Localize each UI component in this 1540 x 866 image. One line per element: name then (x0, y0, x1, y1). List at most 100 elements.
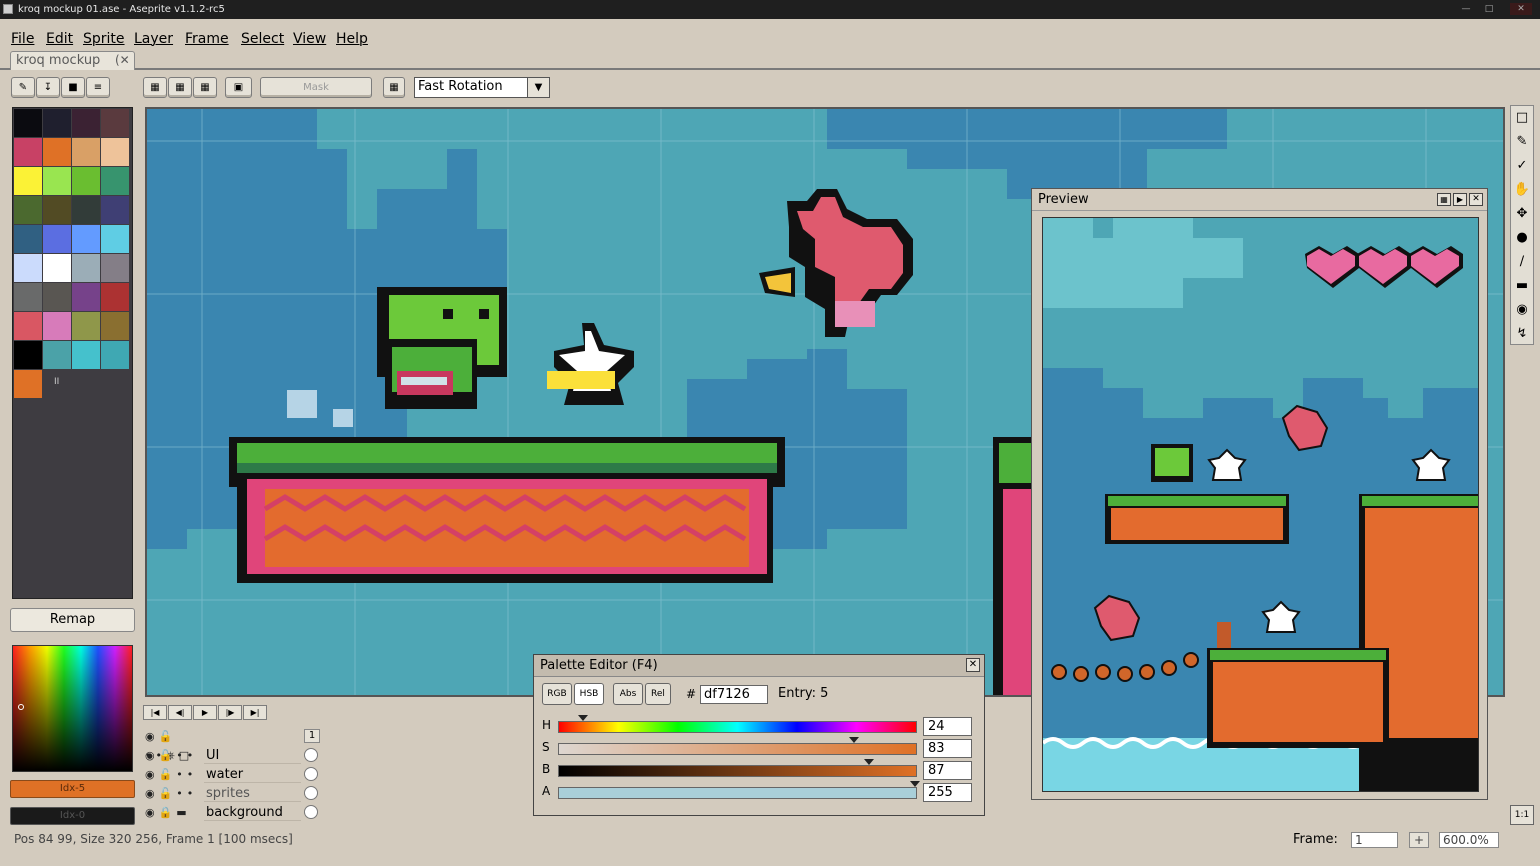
maximize-button[interactable]: □ (1478, 3, 1500, 15)
layer-row-background[interactable]: ◉🔒▬ background (142, 803, 324, 822)
palette-swatch[interactable] (43, 138, 71, 166)
close-icon[interactable]: ✕ (1469, 193, 1483, 206)
palette-swatch[interactable] (72, 341, 100, 369)
minimize-button[interactable]: — (1455, 3, 1477, 15)
move-icon[interactable]: ✥ (1513, 204, 1531, 224)
document-tab[interactable]: kroq mockup (✕ (10, 51, 135, 70)
one-to-one-button[interactable]: 1:1 (1510, 805, 1534, 825)
close-icon[interactable]: ✕ (966, 658, 980, 672)
palette-swatch[interactable] (72, 138, 100, 166)
zoom-input[interactable]: 600.0% (1439, 832, 1499, 848)
palette-swatch[interactable] (14, 254, 42, 282)
palette-swatch[interactable] (43, 254, 71, 282)
eyedropper-icon[interactable]: ✓ (1513, 156, 1531, 176)
blur-icon[interactable]: ◉ (1513, 300, 1531, 320)
square-icon[interactable]: ■ (61, 77, 85, 98)
foreground-color-button[interactable]: Idx-5 (10, 780, 135, 798)
palette-swatch[interactable] (101, 283, 129, 311)
paint-bucket-icon[interactable]: ● (1513, 228, 1531, 248)
frame-header[interactable]: 1 (304, 729, 320, 743)
palette-swatch[interactable] (43, 167, 71, 195)
palette-swatch[interactable] (14, 138, 42, 166)
menu-edit[interactable]: Edit (46, 31, 73, 47)
palette-swatch[interactable] (72, 225, 100, 253)
selection-subtract-icon[interactable]: ▦ (193, 77, 217, 98)
hue-slider-handle[interactable] (577, 715, 588, 721)
palette-swatch[interactable] (72, 167, 100, 195)
palette-swatch[interactable] (101, 225, 129, 253)
rel-mode-button[interactable]: Rel (645, 683, 671, 705)
palette-swatch[interactable] (14, 370, 42, 398)
mask-color-button[interactable]: Mask (260, 77, 372, 98)
palette-swatch[interactable] (101, 254, 129, 282)
palette-swatch[interactable] (101, 109, 129, 137)
palette-editor-titlebar[interactable]: Palette Editor (F4) ✕ (534, 655, 984, 677)
layer-cel[interactable] (304, 748, 318, 762)
abs-mode-button[interactable]: Abs (613, 683, 643, 705)
next-frame-icon[interactable]: |▶ (218, 705, 242, 720)
remap-button[interactable]: Remap (10, 608, 135, 632)
layer-visibility-icon[interactable]: ◉🔓•• (145, 784, 205, 803)
hue-slider[interactable] (558, 721, 917, 733)
close-window-button[interactable]: ✕ (1510, 3, 1532, 15)
palette-swatch[interactable] (14, 167, 42, 195)
play-icon[interactable]: ▶ (193, 705, 217, 720)
palette-swatch[interactable] (43, 312, 71, 340)
palette-swatch[interactable] (14, 109, 42, 137)
palette-swatch[interactable] (14, 283, 42, 311)
layer-row-water[interactable]: ◉🔓•• water (142, 765, 324, 784)
rgb-mode-button[interactable]: RGB (542, 683, 572, 705)
layer-visibility-icon[interactable]: ◉🔓•• (145, 765, 205, 784)
layer-row-sprites[interactable]: ◉🔓•• sprites (142, 784, 324, 803)
close-icon[interactable]: (✕ (115, 52, 130, 69)
rotation-algorithm-select[interactable]: Fast Rotation ▼ (414, 77, 550, 98)
hex-input[interactable]: df7126 (700, 685, 768, 704)
hsb-mode-button[interactable]: HSB (574, 683, 604, 705)
palette-swatch[interactable] (72, 254, 100, 282)
hue-value[interactable]: 24 (923, 717, 972, 736)
menu-view[interactable]: View (293, 31, 326, 47)
selection-intersect-icon[interactable]: ▣ (225, 77, 252, 98)
layer-visibility-icon[interactable]: ◉🔓•• (145, 746, 205, 765)
brightness-slider[interactable] (558, 765, 917, 777)
menu-frame[interactable]: Frame (185, 31, 229, 47)
line-icon[interactable]: ∕ (1513, 252, 1531, 272)
saturation-value[interactable]: 83 (923, 739, 972, 758)
palette-swatch[interactable] (72, 283, 100, 311)
preview-titlebar[interactable]: Preview ▦ ▶ ✕ (1032, 189, 1487, 211)
layer-cel[interactable] (304, 786, 318, 800)
selection-replace-icon[interactable]: ▦ (143, 77, 167, 98)
layer-cel[interactable] (304, 767, 318, 781)
palette-swatch[interactable] (72, 109, 100, 137)
rectangle-icon[interactable]: ▬ (1513, 276, 1531, 296)
menu-lines-icon[interactable]: ≡ (86, 77, 110, 98)
alpha-slider-handle[interactable] (910, 781, 920, 787)
pencil-mode-icon[interactable]: ✎ (11, 77, 35, 98)
palette-swatch[interactable] (101, 167, 129, 195)
saturation-slider[interactable] (558, 743, 917, 755)
brightness-value[interactable]: 87 (923, 761, 972, 780)
palette-swatch[interactable] (72, 196, 100, 224)
preview-mode-icon[interactable]: ▦ (1437, 193, 1451, 206)
previous-frame-icon[interactable]: ◀| (168, 705, 192, 720)
jumble-icon[interactable]: ↯ (1513, 324, 1531, 344)
color-spectrum-picker[interactable] (12, 645, 133, 772)
palette-swatch[interactable] (101, 341, 129, 369)
last-frame-icon[interactable]: ▶| (243, 705, 267, 720)
palette-swatch[interactable] (14, 196, 42, 224)
menu-layer[interactable]: Layer (134, 31, 173, 47)
pivot-icon[interactable]: ▦ (383, 77, 405, 98)
alpha-slider[interactable] (558, 787, 917, 799)
first-frame-icon[interactable]: |◀ (143, 705, 167, 720)
background-color-button[interactable]: Idx-0 (10, 807, 135, 825)
layer-row-ui[interactable]: ◉🔓•• UI (142, 746, 324, 765)
layer-visibility-icon[interactable]: ◉🔒▬ (145, 803, 205, 822)
brightness-slider-handle[interactable] (863, 759, 874, 765)
palette-swatch[interactable] (43, 109, 71, 137)
palette-swatch[interactable] (14, 312, 42, 340)
palette-swatch[interactable] (43, 196, 71, 224)
chevron-down-icon[interactable]: ▼ (527, 78, 549, 97)
hand-icon[interactable]: ✋ (1513, 180, 1531, 200)
palette-resize-handle[interactable]: II (54, 377, 59, 387)
menu-help[interactable]: Help (336, 31, 368, 47)
